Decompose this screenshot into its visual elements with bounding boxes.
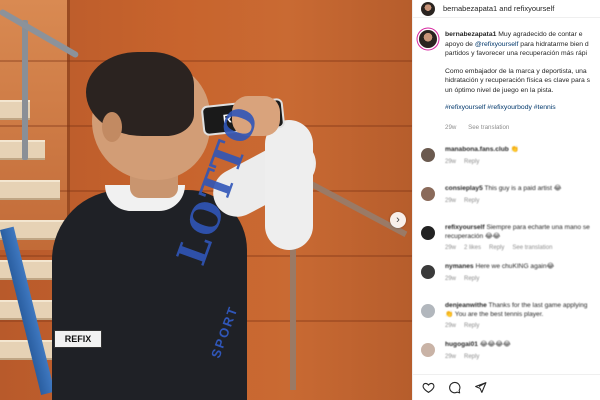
sleeve-badge: REFIX	[54, 330, 102, 348]
comment-avatar[interactable]	[421, 265, 435, 279]
comment-age: 29w	[445, 275, 457, 282]
see-translation-link[interactable]: See translation	[512, 245, 552, 251]
reply-link[interactable]: Reply	[489, 245, 504, 251]
caption-mention[interactable]: @refixyourself	[475, 41, 519, 48]
heart-icon	[422, 382, 434, 394]
comment: nymanes Here we chuKING again😂 29w Reply	[413, 263, 600, 302]
caption-hashtags[interactable]: #refixyourself #refixyourbody #tennis	[445, 103, 592, 113]
next-photo-button[interactable]: ›	[390, 212, 406, 228]
reply-link[interactable]: Reply	[464, 276, 479, 282]
chevron-right-icon: ›	[396, 214, 400, 226]
comment-username[interactable]: refixyourself	[445, 224, 485, 231]
comment-text: 😂😂😂😂	[479, 341, 511, 348]
post-header: bernabezapata1 and refixyourself	[413, 0, 600, 18]
comment: refixyourself Siempre para echarte una m…	[413, 224, 600, 263]
comment-age: 29w	[445, 158, 457, 165]
comment-avatar[interactable]	[421, 226, 435, 240]
reply-link[interactable]: Reply	[464, 354, 479, 360]
comment-age: 29w	[445, 323, 457, 329]
caption-meta: 29w See translation	[445, 123, 592, 133]
ear	[102, 112, 122, 142]
caption: bernabezapata1 Muy agradecido de contar …	[413, 18, 600, 132]
comment-age: 29w	[445, 245, 457, 251]
caption-username[interactable]: bernabezapata1	[445, 31, 496, 38]
reply-link[interactable]: Reply	[464, 323, 479, 329]
comment-username[interactable]: nymanes	[445, 263, 474, 270]
share-button[interactable]	[473, 381, 487, 395]
avatar[interactable]	[421, 1, 435, 16]
comment-avatar[interactable]	[421, 343, 435, 357]
post-photo: REFIX LOTTO SPORT REFIX ›	[0, 0, 412, 400]
comment-username[interactable]: denjeanwithe	[445, 302, 487, 309]
athlete: REFIX LOTTO SPORT REFIX	[40, 50, 340, 400]
post-author[interactable]: bernabezapata1 and refixyourself	[443, 4, 554, 13]
comment-avatar[interactable]	[421, 187, 435, 201]
comment: manabona.fans.club 👏 29w Reply	[413, 146, 600, 185]
reply-link[interactable]: Reply	[464, 159, 479, 165]
comment-list: manabona.fans.club 👏 29w Reply consieplay…	[413, 146, 600, 380]
comment-username[interactable]: consieplay5	[445, 185, 483, 192]
see-translation-link[interactable]: See translation	[468, 124, 509, 131]
comment-avatar[interactable]	[421, 304, 435, 318]
post-sidebar: bernabezapata1 and refixyourself bernabe…	[412, 0, 600, 400]
caption-avatar[interactable]	[419, 30, 437, 48]
like-button[interactable]	[421, 381, 435, 395]
caption-age: 29w	[445, 123, 457, 131]
comment-button[interactable]	[447, 381, 461, 395]
comment-likes[interactable]: 2 likes	[464, 245, 481, 251]
comment-avatar[interactable]	[421, 148, 435, 162]
comment-text: 👏	[510, 146, 519, 153]
comment-age: 29w	[445, 197, 457, 204]
comment: denjeanwithe Thanks for the last game ap…	[413, 302, 600, 341]
comment-age: 29w	[445, 353, 457, 360]
raised-arm	[265, 120, 313, 250]
comment-text: Here we chuKING again😂	[475, 263, 555, 270]
comment-text: This guy is a paid artist 😂	[484, 185, 562, 192]
comment-username[interactable]: hugogai01	[445, 341, 478, 348]
caption-body: bernabezapata1 Muy agradecido de contar …	[445, 30, 592, 132]
comment-icon	[448, 381, 460, 394]
reply-link[interactable]: Reply	[464, 198, 479, 204]
caption-text: Como embajador de la marca y deportista,…	[445, 67, 591, 94]
comment: consieplay5 This guy is a paid artist 😂 …	[413, 185, 600, 224]
railing-post	[22, 20, 28, 160]
action-bar	[413, 374, 600, 400]
share-icon	[474, 382, 486, 393]
comment-username[interactable]: manabona.fans.club	[445, 146, 509, 153]
